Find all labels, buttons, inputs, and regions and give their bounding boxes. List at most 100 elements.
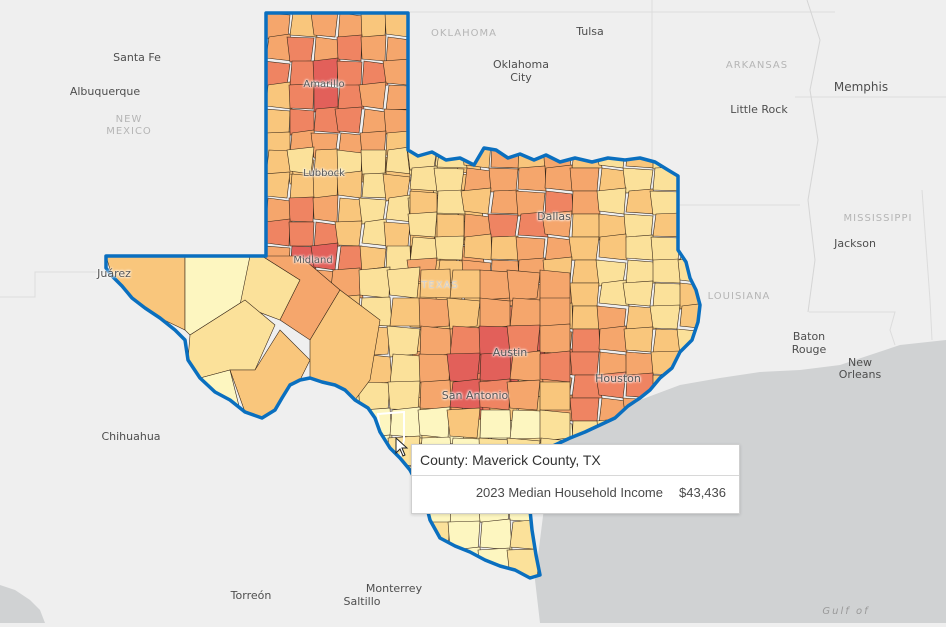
county-polygon[interactable]: [436, 189, 466, 215]
mouse-pointer-icon: [395, 437, 409, 457]
county-polygon[interactable]: [449, 325, 484, 357]
county-polygon[interactable]: [539, 323, 571, 355]
county-polygon[interactable]: [509, 297, 544, 329]
county-polygon[interactable]: [360, 149, 387, 175]
feature-popup: County: Maverick County, TX 2023 Median …: [411, 444, 740, 514]
county-polygon[interactable]: [479, 297, 511, 330]
popup-field-row: 2023 Median Household Income $43,436: [412, 476, 739, 500]
county-polygon[interactable]: [418, 353, 451, 384]
water-label-gulf-of-mexico: Gulf of: [822, 606, 870, 617]
county-polygon[interactable]: [385, 245, 412, 271]
county-polygon[interactable]: [386, 325, 421, 358]
county-polygon[interactable]: [436, 213, 465, 239]
county-polygon[interactable]: [360, 34, 387, 62]
city-label-saltillo: Saltillo: [343, 595, 381, 608]
county-polygon[interactable]: [479, 409, 512, 439]
county-polygon[interactable]: [506, 269, 541, 302]
county-polygon[interactable]: [571, 213, 601, 238]
county-polygon[interactable]: [569, 397, 600, 422]
county-polygon[interactable]: [539, 297, 571, 327]
county-polygon[interactable]: [598, 325, 628, 353]
county-polygon[interactable]: [418, 297, 451, 329]
county-polygon[interactable]: [434, 235, 465, 261]
county-polygon[interactable]: [571, 190, 601, 215]
county-polygon[interactable]: [622, 280, 654, 307]
county-polygon[interactable]: [389, 297, 424, 327]
county-polygon[interactable]: [652, 258, 681, 284]
county-polygon[interactable]: [479, 269, 511, 301]
map-canvas[interactable]: [0, 0, 946, 623]
county-polygon[interactable]: [649, 190, 681, 216]
county-polygon[interactable]: [446, 352, 481, 383]
county-polygon[interactable]: [446, 407, 481, 439]
city-label-san-antonio: San Antonio: [441, 389, 509, 402]
county-polygon[interactable]: [383, 221, 411, 249]
state-label-arkansas: ARKANSAS: [725, 60, 789, 71]
city-label-lubbock: Lubbock: [303, 168, 345, 179]
county-polygon[interactable]: [649, 304, 681, 330]
county-polygon[interactable]: [539, 269, 571, 302]
city-label-chihuahua: Chihuahua: [101, 430, 161, 443]
county-polygon[interactable]: [288, 196, 315, 223]
county-polygon[interactable]: [625, 234, 654, 261]
county-polygon[interactable]: [446, 297, 481, 330]
county-polygon[interactable]: [506, 379, 541, 411]
city-label-little-rock: Little Rock: [730, 103, 788, 116]
county-polygon[interactable]: [336, 34, 363, 62]
county-polygon[interactable]: [544, 164, 574, 192]
city-label-baton-rouge-line2: Rouge: [791, 343, 827, 356]
county-polygon[interactable]: [417, 406, 451, 439]
county-polygon[interactable]: [569, 282, 600, 307]
city-label-oklahoma-city-line2: City: [510, 71, 532, 84]
county-polygon[interactable]: [650, 236, 681, 262]
county-polygon[interactable]: [517, 165, 547, 192]
county-polygon[interactable]: [312, 194, 339, 223]
county-polygon[interactable]: [539, 350, 571, 383]
county-polygon[interactable]: [568, 236, 600, 261]
county-polygon[interactable]: [598, 233, 628, 261]
city-label-monterrey: Monterrey: [365, 582, 423, 595]
county-polygon[interactable]: [652, 282, 683, 308]
county-polygon[interactable]: [389, 406, 423, 439]
county-polygon[interactable]: [382, 58, 411, 86]
county-polygon[interactable]: [487, 213, 519, 239]
county-polygon[interactable]: [509, 409, 544, 440]
county-polygon[interactable]: [265, 81, 293, 110]
county-polygon[interactable]: [463, 233, 493, 261]
city-label-midland: Midland: [293, 255, 333, 266]
county-polygon[interactable]: [479, 518, 513, 551]
county-polygon[interactable]: [623, 326, 654, 353]
city-label-torreon: Torreón: [230, 589, 272, 602]
county-polygon[interactable]: [389, 353, 424, 385]
county-polygon[interactable]: [264, 218, 291, 247]
state-label-louisiana: LOUISIANA: [707, 291, 771, 302]
county-polygon[interactable]: [490, 235, 520, 261]
city-label-dallas: Dallas: [537, 210, 571, 223]
county-polygon[interactable]: [539, 381, 571, 411]
county-polygon[interactable]: [386, 266, 421, 299]
county-polygon[interactable]: [334, 106, 363, 134]
county-polygon[interactable]: [596, 187, 627, 215]
map-view[interactable]: OKLAHOMA ARKANSAS NEW MEXICO MISSISSIPPI…: [0, 0, 946, 623]
county-polygon[interactable]: [358, 266, 391, 299]
county-polygon[interactable]: [460, 187, 492, 215]
county-polygon[interactable]: [358, 81, 387, 110]
city-label-juarez: Juárez: [97, 267, 131, 280]
county-polygon[interactable]: [419, 325, 452, 358]
county-polygon[interactable]: [488, 167, 519, 193]
county-polygon[interactable]: [571, 305, 601, 330]
county-polygon[interactable]: [264, 108, 291, 136]
county-polygon[interactable]: [569, 167, 600, 192]
county-polygon[interactable]: [407, 211, 438, 238]
county-polygon[interactable]: [334, 220, 363, 247]
county-polygon[interactable]: [571, 328, 601, 353]
city-label-baton-rouge-line1: Baton: [792, 330, 826, 343]
county-polygon[interactable]: [433, 167, 465, 193]
county-polygon[interactable]: [310, 11, 339, 38]
county-polygon[interactable]: [360, 13, 387, 39]
county-polygon[interactable]: [383, 108, 411, 135]
county-polygon[interactable]: [288, 221, 315, 247]
county-polygon[interactable]: [286, 36, 315, 63]
county-polygon[interactable]: [539, 409, 571, 442]
county-polygon[interactable]: [387, 380, 421, 411]
